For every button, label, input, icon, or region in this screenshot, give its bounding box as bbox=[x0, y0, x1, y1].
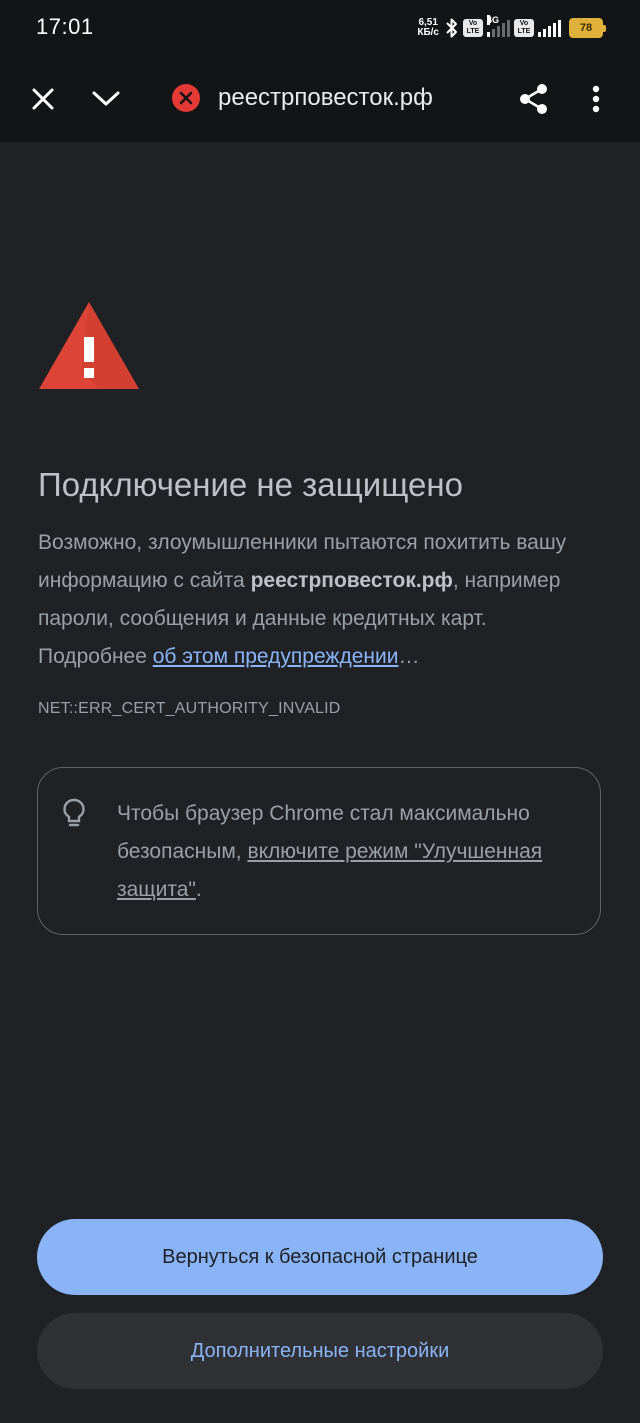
tip-text: Чтобы браузер Chrome стал максимально бе… bbox=[117, 795, 587, 909]
error-x-icon[interactable] bbox=[172, 84, 200, 112]
close-button[interactable] bbox=[17, 73, 69, 125]
learn-more-link[interactable]: об этом предупреждении bbox=[153, 645, 399, 668]
back-to-safety-button[interactable]: Вернуться к безопасной странице bbox=[37, 1219, 603, 1295]
share-icon bbox=[520, 84, 547, 114]
url-bar[interactable]: реестрповесток.рф bbox=[172, 81, 433, 115]
tip-text-2: . bbox=[195, 878, 202, 901]
volte-icon: Vo LTE bbox=[463, 19, 483, 37]
more-options-button[interactable] bbox=[570, 73, 622, 125]
minimize-button[interactable] bbox=[80, 73, 132, 125]
warning-triangle-icon bbox=[39, 302, 139, 389]
volte-icon-2: Vo LTE bbox=[514, 19, 534, 37]
battery-tip bbox=[603, 24, 606, 32]
status-time: 17:01 bbox=[36, 14, 94, 39]
advanced-button[interactable]: Дополнительные настройки bbox=[37, 1313, 603, 1389]
x-mark-icon bbox=[179, 91, 193, 105]
bluetooth-icon bbox=[446, 18, 457, 38]
error-code: NET::ERR_CERT_AUTHORITY_INVALID bbox=[38, 700, 341, 717]
custom-tab-toolbar: реестрповесток.рф bbox=[0, 55, 640, 142]
signal-icon-sim1: 4G bbox=[487, 15, 510, 37]
warning-message: Возможно, злоумышленники пытаются похити… bbox=[38, 524, 588, 676]
network-speed: 6,51 КБ/с bbox=[417, 18, 439, 38]
network-type: 4G bbox=[487, 15, 500, 25]
status-bar: 17:01 6,51 КБ/с Vo LTE 4G Vo LTE 78 bbox=[0, 0, 640, 55]
chevron-down-icon bbox=[92, 91, 120, 106]
share-button[interactable] bbox=[508, 73, 560, 125]
more-vert-icon bbox=[592, 85, 600, 113]
battery-level: 78 bbox=[569, 18, 603, 38]
enhanced-protection-tip: Чтобы браузер Chrome стал максимально бе… bbox=[37, 767, 601, 935]
network-speed-unit: КБ/с bbox=[417, 27, 439, 38]
battery-icon: 78 bbox=[569, 18, 606, 38]
page-title: Подключение не защищено bbox=[38, 466, 463, 503]
status-icons: 6,51 КБ/с Vo LTE 4G Vo LTE 78 bbox=[417, 13, 606, 43]
url-text: реестрповесток.рф bbox=[218, 84, 433, 111]
message-domain: реестрповесток.рф bbox=[250, 569, 453, 592]
close-icon bbox=[32, 88, 54, 110]
lightbulb-icon bbox=[63, 798, 85, 827]
signal-icon-sim2 bbox=[538, 19, 561, 37]
message-ellipsis: … bbox=[398, 645, 420, 668]
